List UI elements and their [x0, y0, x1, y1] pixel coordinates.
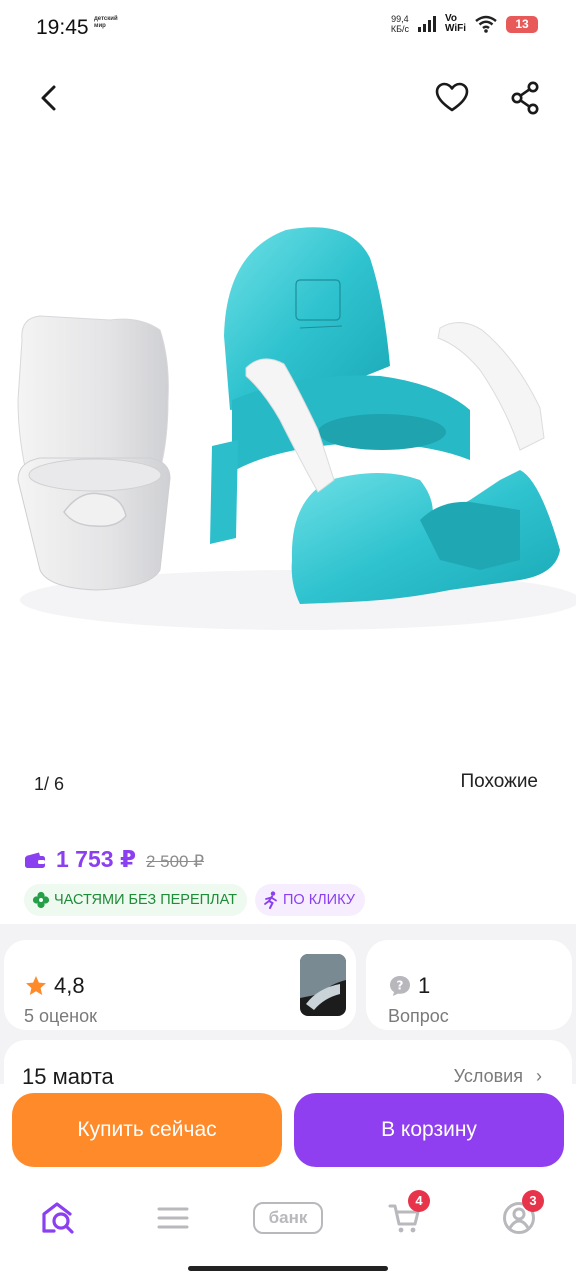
favorite-button[interactable] — [432, 78, 472, 118]
product-image — [17, 227, 576, 630]
delivery-terms-label: Условия — [453, 1066, 523, 1086]
action-bar: Купить сейчас В корзину — [0, 1084, 576, 1184]
wallet-icon — [25, 852, 45, 868]
nav-cart[interactable]: 4 — [380, 1190, 430, 1240]
vowifi-indicator: Vo WiFi — [445, 14, 466, 34]
network-speed-unit: КБ/с — [390, 24, 409, 34]
promo-badges: ЧАСТЯМИ БЕЗ ПЕРЕПЛАТ ПО КЛИКУ — [24, 884, 365, 916]
status-bar: 19:45 детский мир 99,4 КБ/с Vo WiFi 13 — [0, 0, 576, 58]
app-logo-line-2: мир — [94, 23, 106, 29]
profile-count-badge: 3 — [522, 1190, 544, 1212]
nav-bank[interactable]: банк — [252, 1196, 324, 1240]
questions-label: Вопрос — [388, 1006, 449, 1026]
network-speed: 99,4 КБ/с — [391, 14, 409, 34]
cart-count-badge: 4 — [408, 1190, 430, 1212]
app-logo-line-1: детский — [94, 16, 118, 22]
share-button[interactable] — [506, 78, 546, 118]
signal-icon — [417, 16, 436, 32]
heart-icon — [435, 82, 469, 112]
clover-icon — [32, 891, 50, 909]
app-notification-icon: детский мир — [94, 16, 118, 30]
chevron-right-icon: › — [536, 1066, 542, 1086]
wifi-icon — [475, 15, 497, 33]
one-click-badge[interactable]: ПО КЛИКУ — [254, 884, 365, 916]
questions-card[interactable]: ? 1 Вопрос — [366, 940, 572, 1030]
nav-home[interactable] — [34, 1196, 84, 1240]
similar-products-link[interactable]: Похожие — [460, 771, 538, 793]
gallery-counter: 1/ 6 — [34, 774, 65, 794]
status-time: 19:45 — [36, 16, 89, 39]
rating-value: 4,8 — [54, 973, 85, 998]
add-to-cart-button[interactable]: В корзину — [294, 1093, 564, 1167]
review-photo-thumbnail[interactable] — [300, 954, 346, 1016]
menu-icon — [157, 1207, 189, 1229]
star-icon — [26, 976, 46, 995]
status-indicators: 99,4 КБ/с Vo WiFi 13 — [391, 14, 538, 34]
svg-text:?: ? — [397, 979, 404, 993]
info-cards-area: 4,8 5 оценок ? 1 Вопрос 15 марта Условия… — [0, 924, 576, 1110]
running-man-icon — [264, 891, 277, 909]
question-bubble-icon: ? — [390, 976, 410, 996]
old-price: 2 500 ₽ — [145, 852, 205, 871]
nav-profile[interactable]: 3 — [494, 1190, 544, 1240]
price-row: 1 753 ₽ 2 500 ₽ — [24, 846, 204, 873]
rating-value-row: 4,8 — [24, 973, 85, 999]
home-indicator[interactable] — [188, 1266, 388, 1271]
installments-badge[interactable]: ЧАСТЯМИ БЕЗ ПЕРЕПЛАТ — [24, 884, 247, 916]
questions-count: 1 — [418, 973, 431, 998]
review-photo — [300, 954, 346, 1016]
top-bar — [0, 68, 576, 128]
home-search-icon — [42, 1202, 74, 1234]
rating-count: 5 оценок — [24, 1006, 97, 1026]
questions-value-row: ? 1 — [388, 973, 430, 999]
chevron-left-icon — [41, 85, 56, 111]
one-click-badge-label: ПО КЛИКУ — [282, 892, 355, 908]
installments-badge-label: ЧАСТЯМИ БЕЗ ПЕРЕПЛАТ — [54, 892, 237, 908]
buy-now-button[interactable]: Купить сейчас — [12, 1093, 282, 1167]
product-image-gallery[interactable] — [0, 140, 576, 760]
bottom-navigation: банк 4 3 — [0, 1184, 576, 1254]
nav-catalog[interactable] — [148, 1196, 198, 1240]
back-button[interactable] — [30, 78, 70, 118]
share-icon — [511, 81, 539, 115]
current-price: 1 753 ₽ — [56, 846, 136, 872]
battery-indicator: 13 — [506, 15, 538, 33]
bank-label: банк — [253, 1202, 323, 1234]
network-speed-value: 99,4 — [391, 14, 409, 24]
vowifi-line-2: WiFi — [444, 23, 466, 34]
